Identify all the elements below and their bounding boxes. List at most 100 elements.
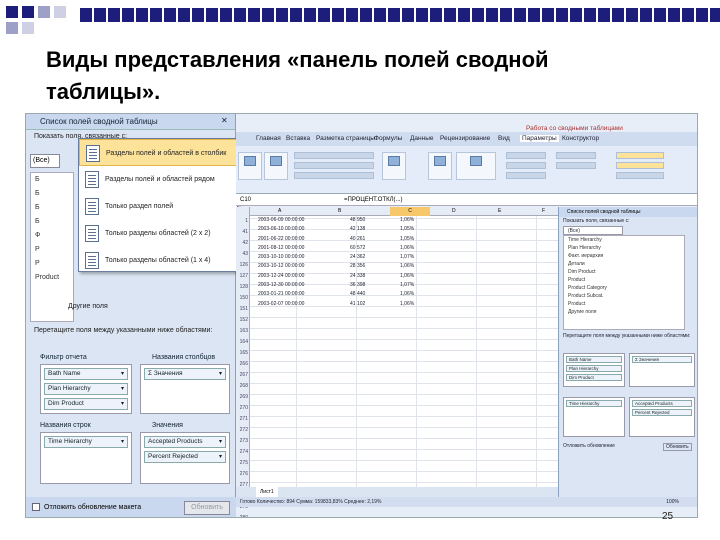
row-header[interactable]: 269 xyxy=(236,392,249,403)
tree-item[interactable]: Ф xyxy=(31,229,73,243)
tab-review[interactable]: Рецензирование xyxy=(440,135,490,142)
row-header[interactable]: 275 xyxy=(236,458,249,469)
table-cell[interactable]: 2003-12-30 00:00:00 xyxy=(258,281,304,290)
table-cell[interactable]: 2003-02-07 00:00:00 xyxy=(258,300,304,309)
tree-item[interactable]: Product Category xyxy=(564,284,684,292)
ribbon-button[interactable] xyxy=(264,152,288,180)
row-header[interactable]: 268 xyxy=(236,381,249,392)
table-cell[interactable]: 2003-06-09 00:00:00 xyxy=(258,216,304,225)
tab-layout[interactable]: Разметка страницы xyxy=(316,135,375,142)
tree-item[interactable]: Другие поля xyxy=(564,308,684,316)
row-header[interactable]: 163 xyxy=(236,326,249,337)
value-field-item[interactable]: Percent Rejected xyxy=(632,409,692,416)
table-cell[interactable]: 24 362 xyxy=(350,253,365,262)
ribbon-button[interactable] xyxy=(382,152,406,180)
related-table-combo[interactable]: (Все) xyxy=(30,154,60,168)
table-cell[interactable]: 1,06% xyxy=(400,216,414,225)
table-cell[interactable]: 1,07% xyxy=(400,281,414,290)
table-cell[interactable]: 1,05% xyxy=(400,235,414,244)
col-header[interactable]: C xyxy=(390,207,430,216)
table-cell[interactable]: 1,06% xyxy=(400,244,414,253)
table-cell[interactable]: 1,06% xyxy=(400,262,414,271)
row-header[interactable]: 164 xyxy=(236,337,249,348)
row-labels-area[interactable]: Time Hierarchy xyxy=(40,432,132,484)
tree-item[interactable]: Б xyxy=(31,201,73,215)
row-header[interactable]: 42 xyxy=(236,238,249,249)
table-cell[interactable]: 42 138 xyxy=(350,225,365,234)
table-cell[interactable]: 28 356 xyxy=(350,262,365,271)
tree-item[interactable]: Факт. иерархия xyxy=(564,252,684,260)
formula-text[interactable]: =ПРОЦЕНТ.ОТКЛ(...) xyxy=(344,194,403,206)
update-button[interactable]: Обновить xyxy=(184,501,230,515)
table-row[interactable]: 2003-10-10 00:00:00 24 362 1,07% xyxy=(250,253,430,262)
tree-item[interactable]: Р xyxy=(31,257,73,271)
table-row[interactable]: 2003-01-21 00:00:00 48 440 1,06% xyxy=(250,290,430,299)
table-cell[interactable]: 36 398 xyxy=(350,281,365,290)
row-header[interactable]: 272 xyxy=(236,425,249,436)
defer-update-checkbox[interactable] xyxy=(32,503,40,512)
row-header[interactable]: 41 xyxy=(236,227,249,238)
row-header[interactable]: 165 xyxy=(236,348,249,359)
formula-bar[interactable]: C10 =ПРОЦЕНТ.ОТКЛ(...) xyxy=(236,194,697,206)
table-cell[interactable]: 2003-12-24 00:00:00 xyxy=(258,272,304,281)
col-header[interactable]: B xyxy=(338,207,341,216)
table-cell[interactable]: 48 440 xyxy=(350,290,365,299)
column-field-item[interactable]: Σ Значения xyxy=(144,368,226,380)
col-header[interactable]: A xyxy=(278,207,281,216)
table-cell[interactable]: 1,06% xyxy=(400,290,414,299)
defer-update-label[interactable]: Отложить обновление xyxy=(563,443,615,449)
row-header[interactable]: 280 xyxy=(236,513,249,517)
related-table-combo[interactable]: (Все) xyxy=(563,226,623,235)
column-labels-area[interactable]: Σ Значения xyxy=(629,353,695,387)
values-area[interactable]: Accepted Products Percent Rejected xyxy=(629,397,695,437)
row-header[interactable]: 270 xyxy=(236,403,249,414)
layout-option[interactable]: Только разделы областей (2 x 2) xyxy=(79,220,237,247)
table-row[interactable]: 2003-10-12 00:00:00 28 356 1,06% xyxy=(250,262,430,271)
tab-data[interactable]: Данные xyxy=(410,135,433,142)
other-fields-item[interactable]: Другие поля xyxy=(60,300,108,314)
tree-item[interactable]: Б xyxy=(31,215,73,229)
tree-item[interactable]: Plan Hierarchy xyxy=(564,244,684,252)
worksheet-grid[interactable]: 1 41 42 43 126 127 128 150 151 152 163 164 165 266 267… xyxy=(236,207,558,517)
sheet-tab[interactable]: Лист1 xyxy=(256,487,278,497)
report-filter-area[interactable]: Bath Name Plan Hierarchy Dim Product xyxy=(563,353,625,387)
row-field-item[interactable]: Time Hierarchy xyxy=(44,436,128,448)
value-field-item[interactable]: Percent Rejected xyxy=(144,451,226,463)
close-icon[interactable]: ✕ xyxy=(221,117,229,125)
table-cell[interactable]: 41 102 xyxy=(350,300,365,309)
col-header[interactable]: D xyxy=(452,207,456,216)
tree-item[interactable]: Time Hierarchy xyxy=(564,236,684,244)
row-header[interactable]: 276 xyxy=(236,469,249,480)
tree-item[interactable]: Б xyxy=(31,187,73,201)
tab-insert[interactable]: Вставка xyxy=(286,135,310,142)
report-filter-area[interactable]: Bath Name Plan Hierarchy Dim Product xyxy=(40,364,132,414)
tree-item[interactable]: Product xyxy=(564,300,684,308)
row-header[interactable]: 43 xyxy=(236,249,249,260)
row-header[interactable]: 267 xyxy=(236,370,249,381)
table-cell[interactable]: 24 338 xyxy=(350,272,365,281)
table-cell[interactable]: 1,06% xyxy=(400,272,414,281)
tab-design[interactable]: Конструктор xyxy=(562,135,599,142)
tree-item[interactable]: Product xyxy=(31,271,73,285)
row-header[interactable]: 274 xyxy=(236,447,249,458)
layout-option[interactable]: Разделы полей и областей в столбик xyxy=(79,139,237,166)
name-box[interactable]: C10 xyxy=(240,194,251,206)
row-header[interactable]: 273 xyxy=(236,436,249,447)
table-row[interactable]: 2003-12-30 00:00:00 36 398 1,07% xyxy=(250,281,430,290)
tree-item[interactable]: Детали xyxy=(564,260,684,268)
table-cell[interactable]: 40 261 xyxy=(350,235,365,244)
ribbon-button[interactable] xyxy=(456,152,496,180)
row-header[interactable]: 126 xyxy=(236,260,249,271)
layout-option[interactable]: Только раздел полей xyxy=(79,193,237,220)
row-header[interactable]: 1 xyxy=(236,216,249,227)
filter-field-item[interactable]: Plan Hierarchy xyxy=(44,383,128,395)
pivot-table[interactable]: 2003-06-09 00:00:00 48 950 1,06% 2003-06-10… xyxy=(250,216,430,309)
tab-options[interactable]: Параметры xyxy=(520,135,559,142)
value-field-item[interactable]: Accepted Products xyxy=(632,400,692,407)
filter-field-item[interactable]: Bath Name xyxy=(566,356,622,363)
row-field-item[interactable]: Time Hierarchy xyxy=(566,400,622,407)
row-labels-area[interactable]: Time Hierarchy xyxy=(563,397,625,437)
update-button[interactable]: Обновить xyxy=(663,443,692,451)
row-header[interactable]: 152 xyxy=(236,315,249,326)
filter-field-item[interactable]: Dim Product xyxy=(566,374,622,381)
